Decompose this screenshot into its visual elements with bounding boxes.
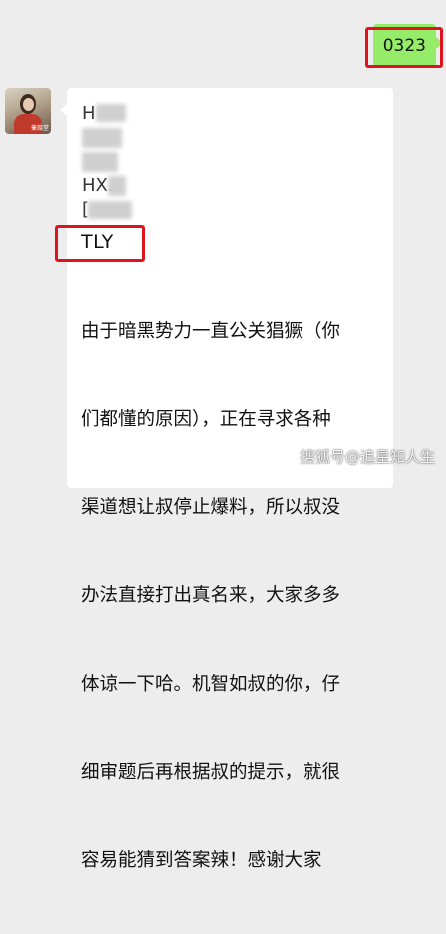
message-line: 容易能猜到答案辣！感谢大家 bbox=[81, 850, 322, 872]
redacted-line-3 bbox=[82, 152, 118, 172]
redacted-line-1 bbox=[96, 104, 126, 122]
code-text: TLY bbox=[81, 231, 114, 253]
message-line: 们都懂的原因），正在寻求各种 bbox=[81, 409, 331, 431]
chat-window: 0323 蒹葭堂 H HX. [ TLY 由于暗黑势力一直公关猖獗（你 们都懂的… bbox=[0, 0, 446, 871]
message-line: 细审题后再根据叔的提示，就很 bbox=[81, 761, 341, 783]
outgoing-bubble[interactable]: 0323 bbox=[372, 24, 444, 68]
message-line: 由于暗黑势力一直公关猖獗（你 bbox=[81, 320, 341, 342]
message-line: 体谅一下哈。机智如叔的你，仔 bbox=[81, 673, 341, 695]
outgoing-message-text: 0323 bbox=[382, 36, 426, 56]
redacted-line-4 bbox=[108, 176, 126, 196]
redacted-fragment-1: H bbox=[82, 103, 96, 124]
message-body: 由于暗黑势力一直公关猖獗（你 们都懂的原因），正在寻求各种 渠道想让叔停止爆料，… bbox=[81, 258, 393, 934]
message-line: 办法直接打出真名来，大家多多 bbox=[81, 585, 341, 607]
message-line: 渠道想让叔停止爆料，所以叔没 bbox=[81, 497, 341, 519]
outgoing-message: 0323 bbox=[372, 24, 444, 68]
avatar-tag: 蒹葭堂 bbox=[30, 125, 49, 132]
watermark: 搜狐号@追星知人生 bbox=[300, 448, 436, 466]
avatar[interactable]: 蒹葭堂 bbox=[5, 88, 51, 134]
avatar-face-shape bbox=[23, 98, 34, 111]
redacted-line-5 bbox=[88, 201, 132, 219]
redacted-line-2 bbox=[82, 128, 122, 148]
